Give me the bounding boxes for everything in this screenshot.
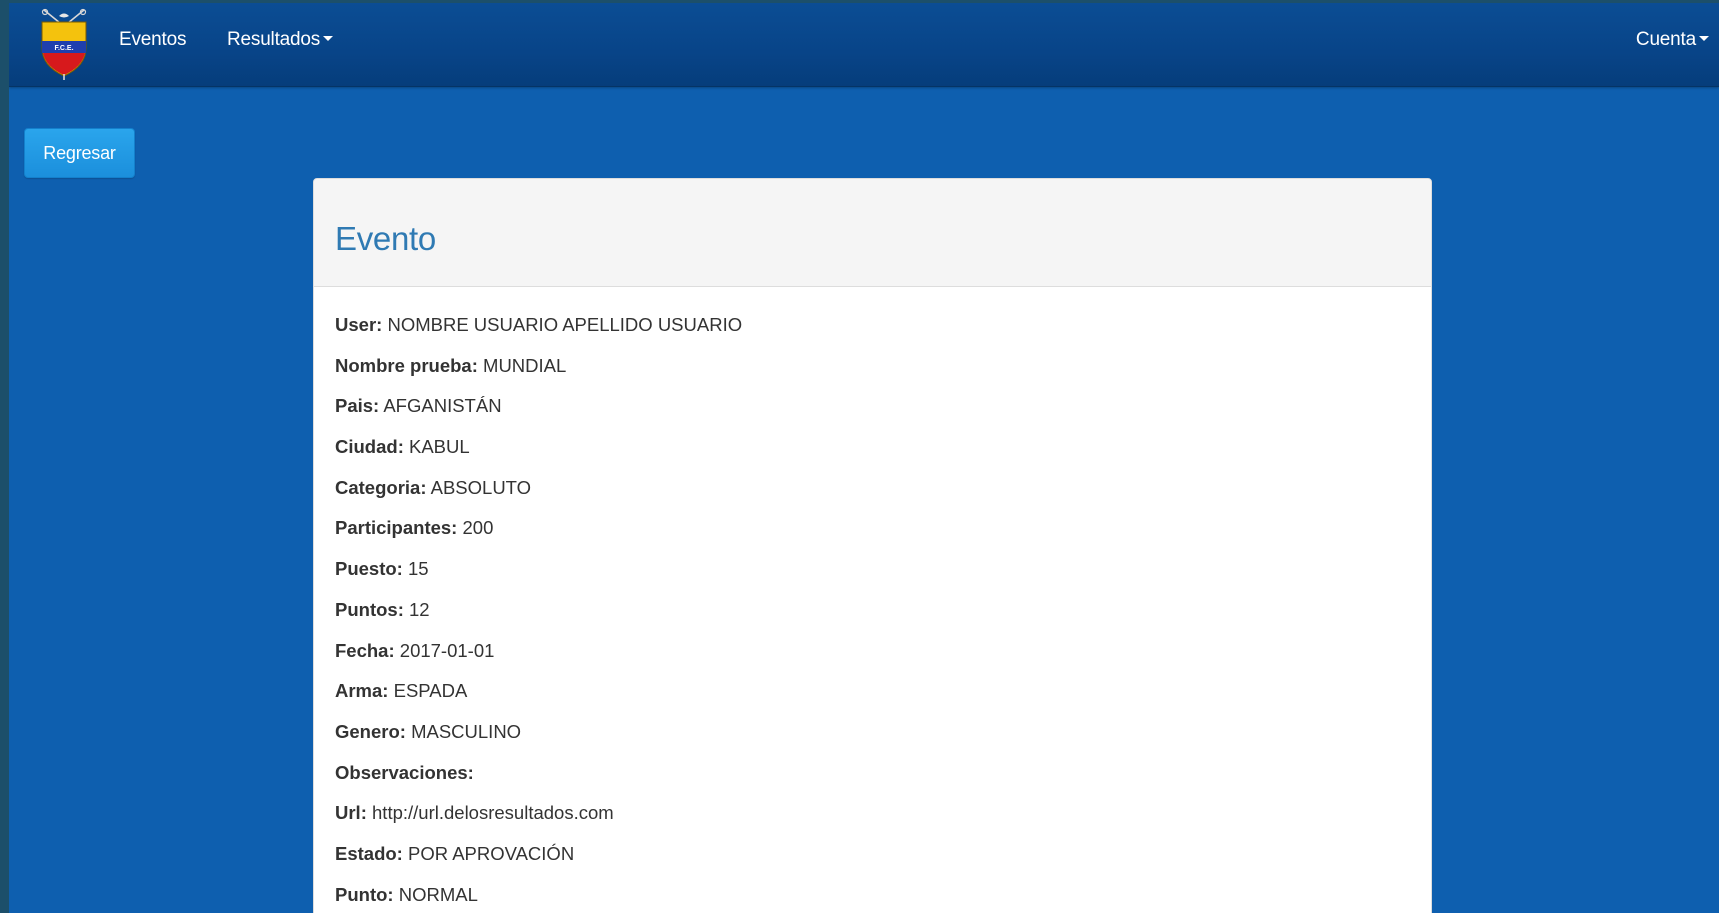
field-label: Participantes: <box>335 517 458 539</box>
field-value: POR APROVACIÓN <box>407 842 575 864</box>
field-value: http://url.delosresultados.com <box>372 802 614 824</box>
field-label: Arma: <box>335 680 389 702</box>
field-value: KABUL <box>409 436 470 458</box>
app-frame: F.C.E. Eventos Resultados Cuenta Regresa… <box>9 3 1719 913</box>
back-button[interactable]: Regresar <box>24 128 135 178</box>
field-puntos: Puntos: 12 <box>335 598 1405 639</box>
navbar: F.C.E. Eventos Resultados Cuenta <box>9 3 1719 87</box>
field-label: Categoria: <box>335 476 427 498</box>
field-value: 15 <box>407 558 429 580</box>
event-panel: Evento User: NOMBRE USUARIO APELLIDO USU… <box>313 178 1432 913</box>
field-ciudad: Ciudad: KABUL <box>335 435 1405 476</box>
nav-eventos[interactable]: Eventos <box>119 28 186 52</box>
field-genero: Genero: MASCULINO <box>335 720 1405 761</box>
caret-down-icon <box>1699 36 1709 42</box>
panel-heading: Evento <box>314 179 1431 287</box>
field-label: Fecha: <box>335 639 395 661</box>
nav-cuenta-dropdown[interactable]: Cuenta <box>1636 28 1709 52</box>
field-url: Url: http://url.delosresultados.com <box>335 801 1405 842</box>
field-arma: Arma: ESPADA <box>335 679 1405 720</box>
field-label: Pais: <box>335 395 380 417</box>
nav-cuenta-label: Cuenta <box>1635 29 1696 50</box>
field-value: NORMAL <box>398 883 478 905</box>
field-value: MASCULINO <box>411 720 522 742</box>
field-label: Url: <box>335 802 367 824</box>
field-label: Observaciones: <box>335 761 474 783</box>
field-label: Puesto: <box>335 558 403 580</box>
field-participantes: Participantes: 200 <box>335 516 1405 557</box>
field-value: 200 <box>462 517 494 539</box>
field-observaciones: Observaciones: <box>335 761 1405 802</box>
nav-resultados-dropdown[interactable]: Resultados <box>227 28 334 52</box>
field-estado: Estado: POR APROVACIÓN <box>335 842 1405 883</box>
field-value: ESPADA <box>393 680 468 702</box>
field-value: NOMBRE USUARIO APELLIDO USUARIO <box>387 314 743 335</box>
field-puesto: Puesto: 15 <box>335 557 1405 598</box>
field-fecha: Fecha: 2017-01-01 <box>335 639 1405 680</box>
field-label: Genero: <box>335 720 406 742</box>
field-categoria: Categoria: ABSOLUTO <box>335 476 1405 517</box>
event-details: User: NOMBRE USUARIO APELLIDO USUARIO No… <box>335 313 1405 913</box>
field-punto: Punto: NORMAL <box>335 883 1405 913</box>
field-nombre-prueba: Nombre prueba: MUNDIAL <box>335 354 1405 395</box>
nav-eventos-label: Eventos <box>119 29 187 50</box>
field-label: Ciudad: <box>335 436 404 458</box>
field-label: Punto: <box>335 883 394 905</box>
field-label: Estado: <box>335 842 403 864</box>
page-title: Evento <box>335 220 436 257</box>
logo-text: F.C.E. <box>54 45 73 52</box>
field-value: AFGANISTÁN <box>383 395 502 417</box>
field-user: User: NOMBRE USUARIO APELLIDO USUARIO <box>335 313 1405 354</box>
field-label: User: <box>335 314 383 335</box>
field-value: ABSOLUTO <box>430 476 532 498</box>
federation-logo[interactable]: F.C.E. <box>34 8 94 80</box>
caret-down-icon <box>323 36 334 42</box>
nav-resultados-label: Resultados <box>227 29 321 50</box>
field-label: Nombre prueba: <box>335 354 478 376</box>
field-value: MUNDIAL <box>483 354 567 376</box>
field-value: 12 <box>409 598 430 620</box>
field-value: 2017-01-01 <box>399 639 495 661</box>
field-label: Puntos: <box>335 598 404 620</box>
field-pais: Pais: AFGANISTÁN <box>335 394 1405 435</box>
